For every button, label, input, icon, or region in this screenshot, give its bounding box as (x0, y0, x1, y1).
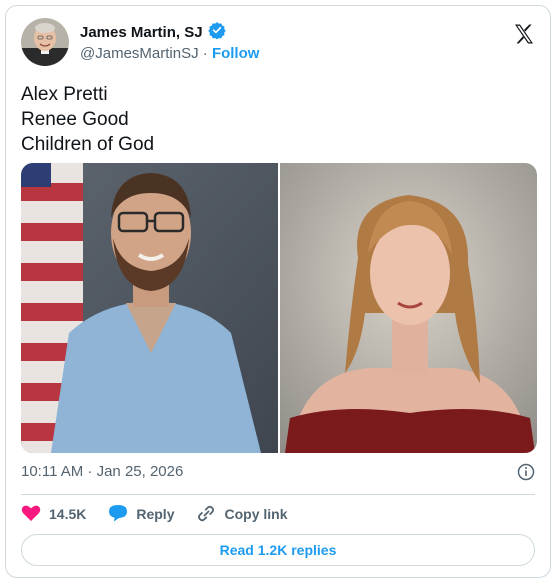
avatar[interactable] (21, 18, 69, 66)
tweet-line: Children of God (21, 134, 155, 155)
reply-label: Reply (136, 506, 175, 522)
author-handle-row: @JamesMartinSJ · Follow (80, 45, 259, 62)
info-icon[interactable] (517, 463, 535, 481)
action-bar: 14.5K Reply Copy link (21, 504, 310, 524)
tweet-media[interactable] (21, 163, 537, 453)
tweet-line: Renee Good (21, 109, 129, 130)
author-name-row[interactable]: James Martin, SJ (80, 21, 226, 44)
author-name[interactable]: James Martin, SJ (80, 24, 203, 41)
link-icon (196, 504, 216, 525)
tweet-line: Alex Pretti (21, 84, 108, 105)
like-count: 14.5K (49, 506, 87, 522)
speech-bubble-icon (108, 504, 128, 525)
heart-icon (21, 504, 41, 525)
separator-dot: · (202, 45, 208, 62)
read-replies-button[interactable]: Read 1.2K replies (21, 534, 535, 566)
copy-link-label: Copy link (224, 506, 288, 522)
media-image-left[interactable] (21, 163, 278, 453)
reply-button[interactable]: Reply (108, 504, 174, 524)
tweet-card: James Martin, SJ @JamesMartinSJ · Follow… (5, 5, 551, 578)
like-button[interactable]: 14.5K (21, 504, 86, 524)
author-handle[interactable]: @JamesMartinSJ (80, 45, 199, 62)
verified-badge-icon (207, 21, 226, 44)
tweet-text: Alex Pretti Renee Good Children of God (21, 82, 154, 157)
follow-button[interactable]: Follow (212, 45, 260, 62)
x-logo-icon[interactable] (512, 22, 536, 46)
media-image-right[interactable] (280, 163, 537, 453)
tweet-timestamp[interactable]: 10:11 AM · Jan 25, 2026 (21, 463, 183, 480)
divider (21, 494, 535, 495)
copy-link-button[interactable]: Copy link (196, 504, 288, 525)
